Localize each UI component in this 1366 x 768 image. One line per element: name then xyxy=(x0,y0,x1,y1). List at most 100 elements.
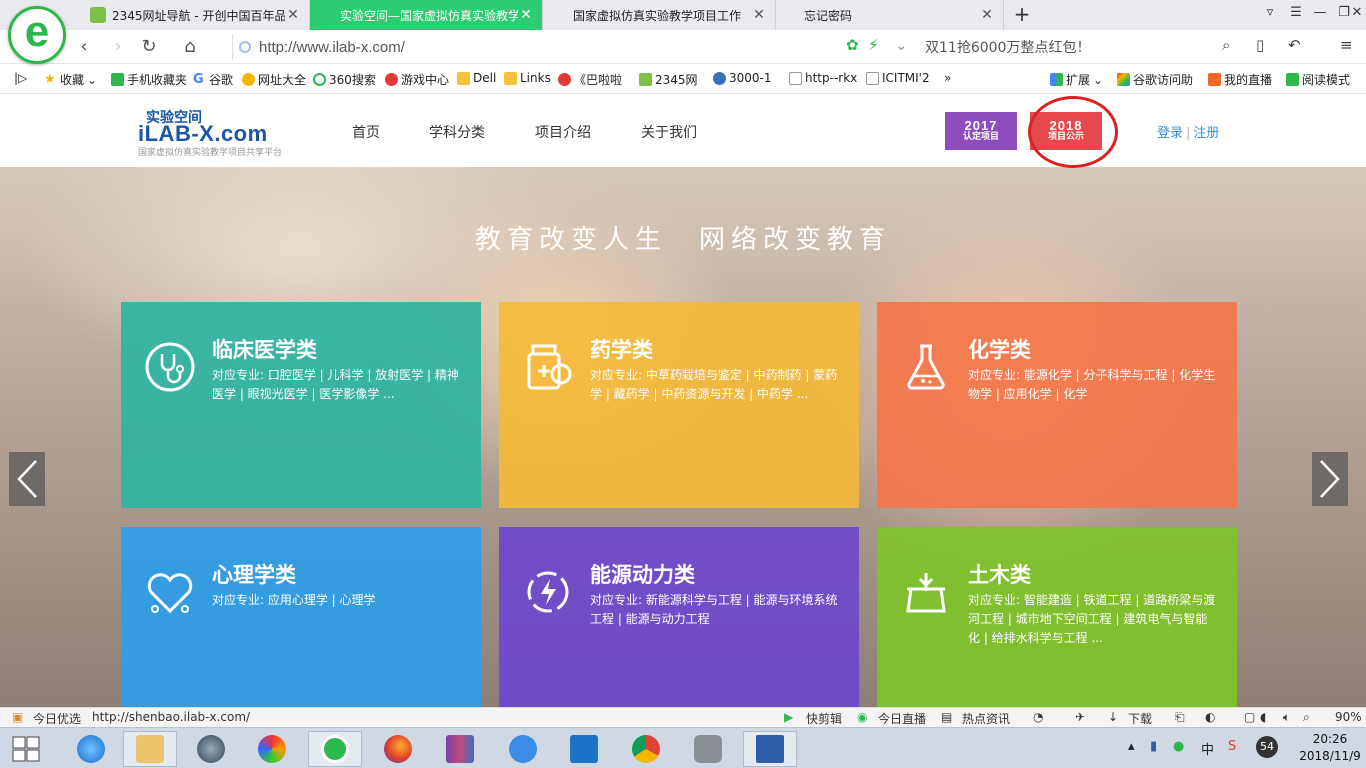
more-icon[interactable]: ≡ xyxy=(1340,36,1353,54)
download-button[interactable]: 下载 xyxy=(1128,710,1152,727)
bird-taskbar-icon[interactable] xyxy=(496,731,550,767)
phone-icon[interactable]: ▯ xyxy=(1256,36,1264,54)
bookmark-3000[interactable]: 3000-1 xyxy=(713,71,772,85)
chrome-taskbar-icon[interactable] xyxy=(619,731,673,767)
promo-text[interactable]: 双11抢6000万整点红包！ xyxy=(925,37,1090,57)
pin-icon[interactable]: ✈ xyxy=(1075,710,1085,724)
new-tab-button[interactable]: + xyxy=(1010,3,1034,27)
zoom-level[interactable]: 90% xyxy=(1335,710,1362,724)
headset-icon[interactable]: ◖ xyxy=(1260,710,1266,724)
zoom-icon[interactable]: ⌕ xyxy=(1303,710,1310,725)
home-icon[interactable]: ⌂ xyxy=(178,35,202,59)
browser-360-taskbar-icon[interactable] xyxy=(308,731,362,767)
today-picks[interactable]: 今日优选 xyxy=(33,710,81,727)
shirt-icon[interactable]: ▿ xyxy=(1259,5,1281,25)
bookmark-dell[interactable]: Dell xyxy=(457,71,496,85)
speaker-icon[interactable]: 🔈︎ xyxy=(1283,710,1290,725)
window-icon[interactable]: ▢ xyxy=(1244,710,1255,724)
carousel-prev-button[interactable] xyxy=(9,452,45,506)
undo-icon[interactable]: ↶ xyxy=(1288,36,1301,54)
firefox-taskbar-icon[interactable] xyxy=(371,731,425,767)
bookmark-rkx[interactable]: http--rkx xyxy=(789,71,857,85)
bookmark-balala[interactable]: 《巴啦啦 xyxy=(558,71,622,88)
explorer-taskbar-icon[interactable] xyxy=(123,731,177,767)
carousel-next-button[interactable] xyxy=(1312,452,1348,506)
ie-taskbar-icon[interactable] xyxy=(64,731,118,767)
register-link[interactable]: 注册 xyxy=(1193,126,1219,141)
nav-projects[interactable]: 项目介绍 xyxy=(535,122,591,142)
site-logo[interactable]: 实验空间 iLAB-X.com 国家虚拟仿真实验教学项目共享平台 xyxy=(138,107,308,159)
url-text[interactable]: http://www.ilab-x.com/ xyxy=(259,39,405,56)
bookmark-mobile[interactable]: 手机收藏夹 xyxy=(111,71,187,88)
news-icon: ▤ xyxy=(941,710,953,724)
menu-icon[interactable]: ☰ xyxy=(1285,5,1307,25)
category-card-civil[interactable]: 土木类 对应专业: 智能建造 | 铁道工程 | 道路桥梁与渡河工程 | 城市地下… xyxy=(877,527,1237,707)
reload-icon[interactable]: ↻ xyxy=(137,35,161,59)
sidebar-toggle-icon[interactable]: |▷ xyxy=(14,71,27,85)
extensions-menu[interactable]: 扩展 ⌄ xyxy=(1050,71,1103,88)
nav-subjects[interactable]: 学科分类 xyxy=(429,122,485,142)
close-icon[interactable]: ✕ xyxy=(979,7,995,23)
tray-expand-icon[interactable]: ▴ xyxy=(1128,739,1135,754)
tab-forgot-password[interactable]: 忘记密码 ✕ xyxy=(776,0,1004,30)
category-card-chemistry[interactable]: 化学类 对应专业: 能源化学 | 分子科学与工程 | 化学生物学 | 应用化学 … xyxy=(877,302,1237,508)
mail-taskbar-icon[interactable] xyxy=(557,731,611,767)
tab-project[interactable]: 国家虚拟仿真实验教学项目工作 ✕ xyxy=(543,0,776,30)
category-card-psychology[interactable]: 心理学类 对应专业: 应用心理学 | 心理学 xyxy=(121,527,481,707)
btn-2017-certified[interactable]: 2017 认定项目 xyxy=(945,112,1017,150)
window-close-icon[interactable]: ✕ xyxy=(1346,5,1366,25)
bookmark-game[interactable]: 游戏中心 xyxy=(385,71,449,88)
word-taskbar-icon[interactable] xyxy=(743,731,797,767)
ime-indicator[interactable]: 中 xyxy=(1201,739,1214,758)
forward-icon[interactable]: › xyxy=(106,35,130,59)
bookmarks-overflow[interactable]: » xyxy=(944,71,951,85)
bookmark-icitmi[interactable]: ICITMI'2 xyxy=(866,71,930,85)
close-icon[interactable]: ✕ xyxy=(518,7,534,23)
login-link[interactable]: 登录 xyxy=(1157,126,1183,141)
nav-home[interactable]: 首页 xyxy=(352,122,380,142)
sogou-icon[interactable]: S xyxy=(1228,739,1236,754)
close-icon[interactable]: ✕ xyxy=(285,7,301,23)
camera-taskbar-icon[interactable] xyxy=(681,731,735,767)
ext-reader[interactable]: 阅读模式 xyxy=(1286,71,1350,88)
screenshot-icon[interactable]: ⎗ xyxy=(1175,710,1185,725)
category-card-pharmacy[interactable]: 药学类 对应专业: 中草药栽培与鉴定 | 中药制药 | 蒙药学 | 藏药学 | … xyxy=(499,302,859,508)
system-clock[interactable]: 20:26 2018/11/9 xyxy=(1298,731,1362,765)
ext-google-helper[interactable]: 谷歌访问助 xyxy=(1117,71,1193,88)
close-icon[interactable]: ✕ xyxy=(751,7,767,23)
history-icon[interactable]: ◔ xyxy=(1033,710,1043,724)
category-card-clinical[interactable]: 临床医学类 对应专业: 口腔医学 | 儿科学 | 放射医学 | 精神医学 | 眼… xyxy=(121,302,481,508)
ext-live[interactable]: 我的直播 xyxy=(1208,71,1272,88)
tab-title: 国家虚拟仿真实验教学项目工作 xyxy=(573,8,742,23)
search-icon[interactable]: ⌕ xyxy=(1222,36,1230,54)
tab-2345[interactable]: 2345网址导航 - 开创中国百年品牌 ✕ xyxy=(82,0,310,30)
category-card-energy[interactable]: 能源动力类 对应专业: 新能源科学与工程 | 能源与环境系统工程 | 能源与动力… xyxy=(499,527,859,707)
back-icon[interactable]: ‹ xyxy=(72,35,96,59)
hot-news[interactable]: 热点资讯 xyxy=(962,710,1010,727)
bookmark-links[interactable]: Links xyxy=(504,71,551,85)
winrar-taskbar-icon[interactable] xyxy=(433,731,487,767)
notification-badge[interactable]: 54 xyxy=(1256,736,1278,758)
paint-taskbar-icon[interactable] xyxy=(245,731,299,767)
quick-clip[interactable]: 快剪辑 xyxy=(806,710,842,727)
360-tray-icon[interactable]: ● xyxy=(1173,739,1184,754)
disk-taskbar-icon[interactable] xyxy=(184,731,238,767)
browser-logo-icon[interactable]: e xyxy=(8,6,66,64)
clean-icon[interactable]: ◐ xyxy=(1205,710,1215,724)
url-field[interactable]: http://www.ilab-x.com/ xyxy=(232,34,912,60)
chevron-down-icon[interactable]: ⌄ xyxy=(895,36,908,54)
lightning-icon[interactable]: ⚡ xyxy=(868,36,879,54)
clip-icon: ▶ xyxy=(784,710,794,724)
bookmark-2345[interactable]: 2345网 xyxy=(639,71,698,88)
bookmark-hao[interactable]: 网址大全 xyxy=(242,71,306,88)
start-button[interactable] xyxy=(0,731,52,767)
bookmark-google[interactable]: G 谷歌 xyxy=(193,71,233,88)
today-live[interactable]: 今日直播 xyxy=(878,710,926,727)
bookmark-360[interactable]: 360搜索 xyxy=(313,71,376,88)
nav-about[interactable]: 关于我们 xyxy=(641,122,697,142)
tab-ilab[interactable]: 实验空间—国家虚拟仿真实验教学 ✕ xyxy=(310,0,543,30)
bookmark-favorites[interactable]: ★ 收藏 ⌄ xyxy=(44,71,97,88)
shield-icon[interactable]: ✿ xyxy=(846,36,859,54)
battery-icon[interactable]: ▮ xyxy=(1150,739,1157,754)
minimize-icon[interactable]: — xyxy=(1309,5,1331,25)
